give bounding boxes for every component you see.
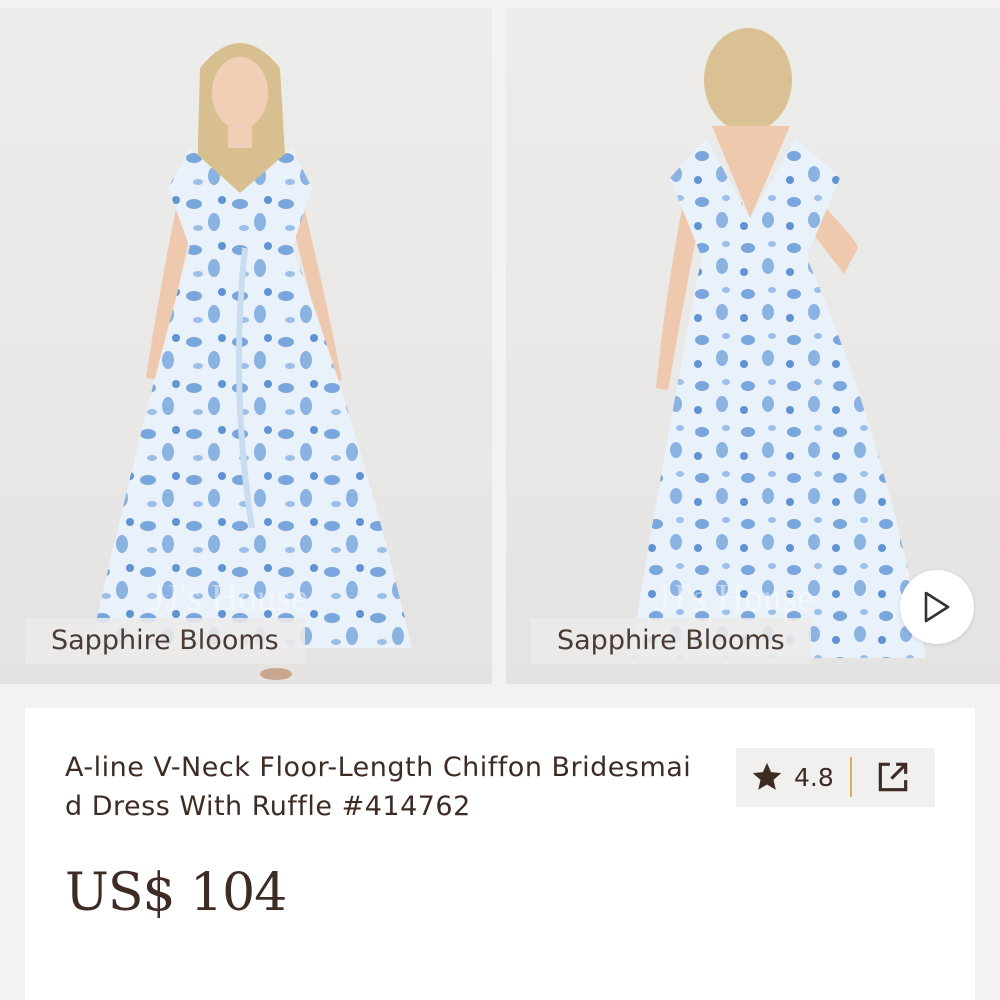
- product-photo-back[interactable]: JJ's House Sapphire Blooms: [506, 8, 1000, 684]
- product-price: US$ 104: [65, 863, 287, 923]
- watermark: JJ's House: [656, 577, 814, 619]
- dress-front-image: JJ's House: [90, 43, 412, 680]
- color-label-front: Sapphire Blooms: [25, 618, 305, 664]
- actions-divider: [850, 757, 852, 797]
- watermark: JJ's House: [150, 577, 308, 619]
- play-video-button[interactable]: [900, 570, 974, 644]
- rating-share-bar: 4.8: [736, 748, 935, 807]
- product-title: A-line V-Neck Floor-Length Chiffon Bride…: [65, 752, 692, 822]
- color-label-back: Sapphire Blooms: [531, 618, 811, 664]
- product-info-card: A-line V-Neck Floor-Length Chiffon Bride…: [25, 708, 975, 1000]
- product-gallery[interactable]: JJ's House Sapphire Blooms JJ's House Sa…: [0, 8, 1000, 684]
- share-icon[interactable]: [874, 758, 912, 796]
- rating-value[interactable]: 4.8: [794, 748, 834, 807]
- product-photo-front[interactable]: JJ's House Sapphire Blooms: [0, 8, 492, 684]
- star-icon: [752, 762, 782, 790]
- play-icon: [924, 591, 950, 623]
